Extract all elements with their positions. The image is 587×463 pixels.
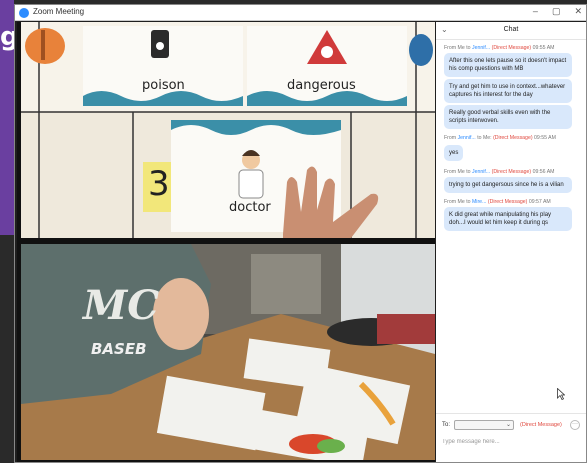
recipient-select[interactable]: ⌄ xyxy=(454,420,514,430)
message-header: From Me to Jennif... (Direct Message) 09… xyxy=(444,45,555,51)
video-feed-cards xyxy=(21,22,435,238)
chat-message: Really good verbal skills even with the … xyxy=(444,105,572,129)
card-label-doctor: doctor xyxy=(229,200,271,215)
card-label-poison: poison xyxy=(142,78,185,93)
mouse-cursor-icon xyxy=(557,388,565,400)
chevron-down-icon: ⌄ xyxy=(505,422,511,428)
background-slide-letter: g xyxy=(0,22,14,52)
chat-title: Chat xyxy=(503,26,519,33)
title-bar[interactable]: Zoom Meeting – ▢ ✕ xyxy=(15,5,586,21)
chat-message: yes xyxy=(444,145,464,161)
message-header: From Me to Jennif... (Direct Message) 09… xyxy=(444,169,555,175)
chat-message: trying to get dangersous since he is a v… xyxy=(444,177,572,193)
chat-footer: To: ⌄ (Direct Message) ··· xyxy=(436,413,586,462)
video-feed-student xyxy=(21,244,435,460)
chat-panel: ⌄ Chat From Me to Jennif... (Direct Mess… xyxy=(436,22,586,462)
message-list[interactable]: From Me to Jennif... (Direct Message) 09… xyxy=(436,42,586,233)
direct-message-tag: (Direct Message) xyxy=(520,422,562,428)
chat-message: After this one lets pause so it doesn't … xyxy=(444,53,572,77)
to-label: To: xyxy=(442,422,451,428)
close-icon[interactable]: ✕ xyxy=(574,6,582,17)
chat-message: Try and get him to use in context...what… xyxy=(444,79,572,103)
zoom-logo-icon xyxy=(19,8,29,18)
shirt-logo: MC xyxy=(83,282,160,329)
video-area: poison dangerous doctor 3 MC BASEB xyxy=(17,22,435,462)
message-header: From Me to Mire... (Direct Message) 09:5… xyxy=(444,199,551,205)
maximize-icon[interactable]: ▢ xyxy=(552,6,561,17)
window-controls: – ▢ ✕ xyxy=(533,6,582,17)
chat-message: K did great while manipulating his play … xyxy=(444,207,572,231)
shirt-text: BASEB xyxy=(91,340,147,358)
video-tile-bottom[interactable]: MC BASEB xyxy=(21,244,435,460)
more-options-button[interactable]: ··· xyxy=(570,420,580,430)
number-card: 3 xyxy=(148,164,170,204)
card-label-dangerous: dangerous xyxy=(287,78,356,93)
video-tile-top[interactable]: poison dangerous doctor 3 xyxy=(21,22,435,238)
window-title: Zoom Meeting xyxy=(33,7,85,16)
message-header: From Jennif... to Me: (Direct Message) 0… xyxy=(444,135,556,141)
message-input[interactable] xyxy=(442,436,577,448)
zoom-meeting-window: Zoom Meeting – ▢ ✕ poison dangerous doct… xyxy=(14,4,587,463)
background-slide-edge: g xyxy=(0,0,14,235)
screen: g Zoom Meeting – ▢ ✕ poison dangerous do… xyxy=(0,0,587,463)
minimize-icon[interactable]: – xyxy=(533,6,538,17)
chat-header: ⌄ Chat xyxy=(436,22,586,40)
